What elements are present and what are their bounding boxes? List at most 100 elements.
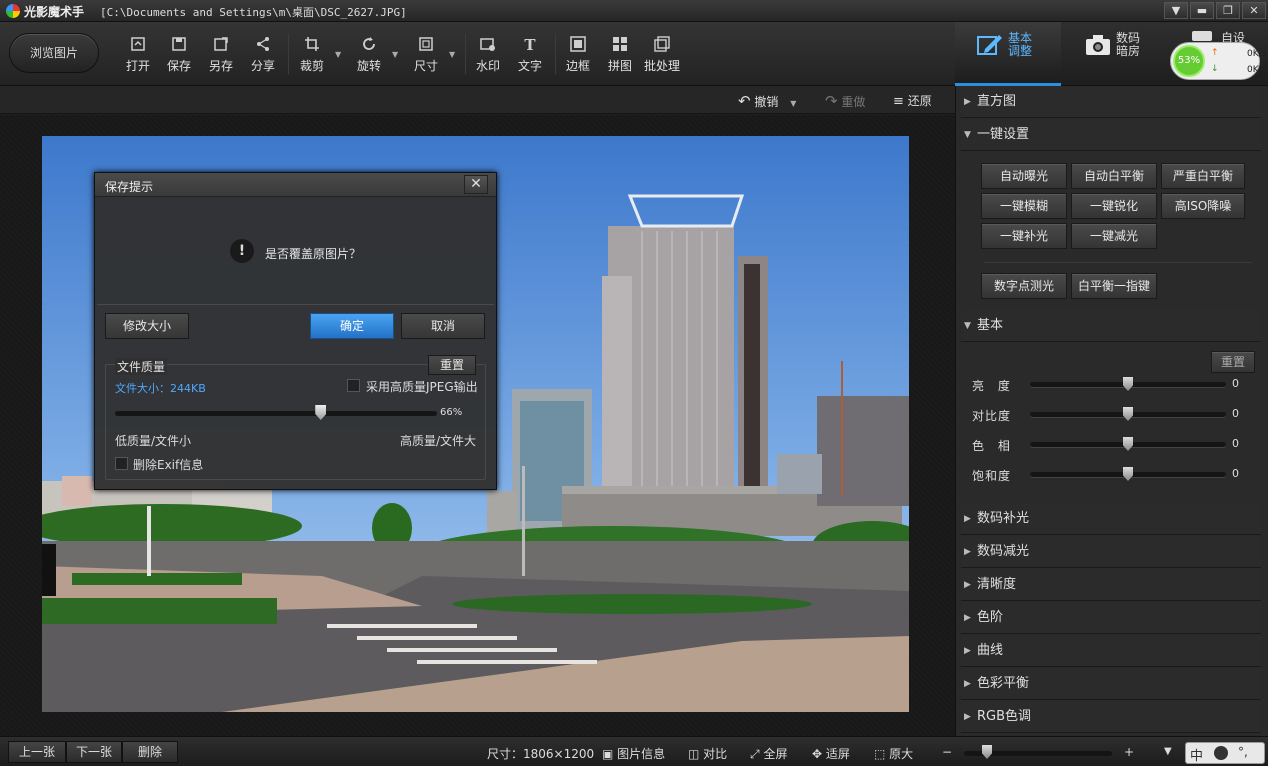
delete-image-button[interactable]: 删除 (122, 741, 178, 763)
image-info-button[interactable]: ▣ 图片信息 (602, 745, 665, 762)
quality-value: 66% (440, 407, 463, 418)
section-reduce-light[interactable]: ▶ 数码减光 (961, 536, 1261, 568)
section-histogram[interactable]: ▶ 直方图 (961, 86, 1261, 118)
remove-exif-checkbox[interactable] (115, 457, 128, 470)
slider-knob[interactable] (1123, 377, 1133, 391)
section-clarity[interactable]: ▶ 清晰度 (961, 569, 1261, 601)
dialog-divider (97, 304, 494, 305)
section-basic[interactable]: ▼ 基本 (961, 310, 1261, 342)
section-curves[interactable]: ▶ 曲线 (961, 635, 1261, 667)
one-click-reduce-light-button[interactable]: 一键减光 (1071, 223, 1157, 249)
collage-button[interactable]: 拼图 (600, 36, 640, 74)
severe-white-balance-button[interactable]: 严重白平衡 (1161, 163, 1245, 189)
actual-size-icon: ⬚ (874, 747, 886, 761)
resize-button[interactable]: 尺寸 (406, 36, 446, 74)
section-rgb-tone[interactable]: ▶ RGB色调 (961, 701, 1261, 733)
cancel-button[interactable]: 取消 (401, 313, 485, 339)
redo-icon: ↷ (825, 92, 838, 110)
contrast-slider[interactable]: 对比度 0 (972, 405, 1252, 425)
menu-dropdown-button[interactable]: ▼ (1164, 2, 1188, 19)
hq-jpeg-checkbox[interactable] (347, 379, 360, 392)
hue-slider[interactable]: 色 相 0 (972, 435, 1252, 455)
crop-dropdown-chevron-icon[interactable]: ▼ (335, 50, 341, 59)
resize-dropdown-chevron-icon[interactable]: ▼ (449, 50, 455, 59)
text-button[interactable]: T 文字 (510, 36, 550, 74)
open-button[interactable]: 打开 (118, 36, 158, 74)
slider-knob[interactable] (1123, 437, 1133, 451)
ime-toolbar[interactable]: 中 °, (1185, 742, 1265, 764)
fit-screen-button[interactable]: ✥ 适屏 (812, 745, 850, 762)
crop-button[interactable]: 裁剪 (292, 36, 332, 74)
zoom-out-button[interactable]: − (942, 745, 952, 759)
undo-dropdown-chevron-icon[interactable]: ▼ (790, 99, 796, 108)
status-bar: 上一张 下一张 删除 尺寸：1806×1200 ▣ 图片信息 ◫ 对比 ⤢ 全屏… (0, 736, 1268, 766)
ime-punct-icon: °, (1238, 745, 1248, 759)
quality-slider-track[interactable] (115, 411, 437, 416)
redo-button[interactable]: ↷ 重做 (825, 92, 865, 110)
watermark-button[interactable]: 水印 (468, 36, 508, 74)
expand-triangle-icon: ▶ (964, 514, 971, 524)
border-icon (558, 36, 598, 54)
one-click-sharpen-button[interactable]: 一键锐化 (1071, 193, 1157, 219)
remove-exif-label: 删除Exif信息 (133, 458, 204, 472)
collapse-triangle-icon: ▼ (964, 321, 971, 331)
save-as-button[interactable]: 另存 (201, 36, 241, 74)
spot-metering-button[interactable]: 数字点测光 (981, 273, 1067, 299)
panel-divider (984, 262, 1252, 263)
section-one-click[interactable]: ▼ 一键设置 (961, 119, 1261, 151)
toolbar-separator (555, 34, 556, 74)
dialog-close-button[interactable]: ✕ (464, 175, 488, 194)
upload-arrow-icon: ↑ (1211, 48, 1219, 58)
white-balance-picker-button[interactable]: 白平衡一指键 (1071, 273, 1157, 299)
expand-triangle-icon: ▶ (964, 679, 971, 689)
rotate-button[interactable]: 旋转 (349, 36, 389, 74)
rotate-icon (349, 36, 389, 54)
border-button[interactable]: 边框 (558, 36, 598, 74)
browse-images-button[interactable]: 浏览图片 (9, 33, 99, 73)
previous-image-button[interactable]: 上一张 (8, 741, 66, 763)
expand-triangle-icon: ▶ (964, 712, 971, 722)
zoom-slider-knob[interactable] (982, 745, 992, 759)
auto-white-balance-button[interactable]: 自动白平衡 (1071, 163, 1157, 189)
section-levels[interactable]: ▶ 色阶 (961, 602, 1261, 634)
section-fill-light[interactable]: ▶ 数码补光 (961, 503, 1261, 535)
share-button[interactable]: 分享 (243, 36, 283, 74)
memory-usage-badge: 53% (1173, 45, 1205, 77)
close-window-button[interactable]: ✕ (1242, 2, 1266, 19)
quality-reset-button[interactable]: 重置 (428, 355, 476, 375)
slider-knob[interactable] (1123, 407, 1133, 421)
zoom-in-button[interactable]: + (1124, 745, 1134, 759)
main-toolbar: 浏览图片 打开 保存 另存 分享 裁剪 ▼ 旋转 ▼ 尺寸 ▼ 水印 T 文字 … (0, 22, 955, 86)
actual-size-button[interactable]: ⬚ 原大 (874, 745, 913, 762)
maximize-button[interactable]: ❐ (1216, 2, 1240, 19)
basic-reset-button[interactable]: 重置 (1211, 351, 1255, 373)
rotate-dropdown-chevron-icon[interactable]: ▼ (392, 50, 398, 59)
more-dropdown-chevron-icon[interactable]: ▼ (1164, 746, 1172, 757)
compare-button[interactable]: ◫ 对比 (688, 745, 727, 762)
one-click-blur-button[interactable]: 一键模糊 (981, 193, 1067, 219)
section-color-balance[interactable]: ▶ 色彩平衡 (961, 668, 1261, 700)
saturation-slider[interactable]: 饱和度 0 (972, 465, 1252, 485)
brightness-slider[interactable]: 亮 度 0 (972, 375, 1252, 395)
tab-digital-darkroom[interactable]: 数码 暗房 (1063, 22, 1169, 86)
toolbar-separator (288, 34, 289, 74)
restore-button[interactable]: ≡ 还原 (893, 92, 932, 109)
history-bar: ↶ 撤销 ▼ ↷ 重做 ≡ 还原 (0, 86, 955, 114)
high-iso-denoise-button[interactable]: 高ISO降噪 (1161, 193, 1245, 219)
network-speed-widget[interactable]: 53% ↑ 0K/S ↓ 0K/S (1170, 42, 1267, 80)
one-click-fill-light-button[interactable]: 一键补光 (981, 223, 1067, 249)
confirm-button[interactable]: 确定 (310, 313, 394, 339)
warning-icon: ! (230, 239, 254, 263)
batch-button[interactable]: 批处理 (640, 36, 684, 74)
tab-basic-adjust[interactable]: 基本 调整 (955, 22, 1061, 86)
slider-knob[interactable] (1123, 467, 1133, 481)
auto-exposure-button[interactable]: 自动曝光 (981, 163, 1067, 189)
undo-button[interactable]: ↶ 撤销 ▼ (738, 92, 796, 110)
save-as-icon (201, 36, 241, 54)
save-button[interactable]: 保存 (159, 36, 199, 74)
fullscreen-button[interactable]: ⤢ 全屏 (750, 745, 787, 762)
next-image-button[interactable]: 下一张 (66, 741, 122, 763)
image-info-icon: ▣ (602, 747, 614, 761)
minimize-button[interactable]: ▬ (1190, 2, 1214, 19)
resize-button[interactable]: 修改大小 (105, 313, 189, 339)
